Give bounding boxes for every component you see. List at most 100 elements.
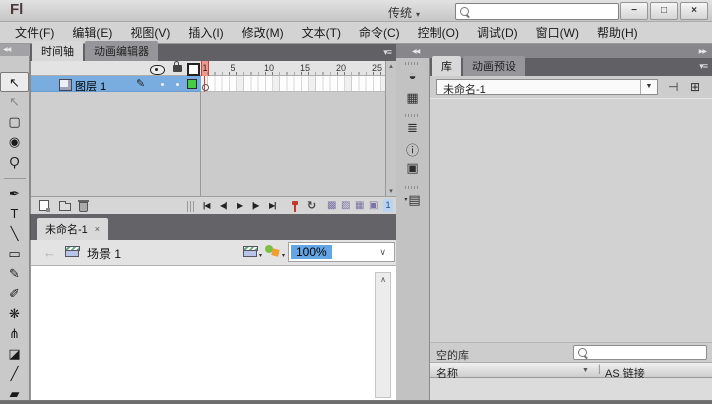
library-document-select[interactable]: 未命名-1 ▼ — [436, 79, 658, 95]
delete-layer-button[interactable] — [79, 202, 88, 212]
collapse-right-icon[interactable]: ▶▶ — [699, 48, 706, 55]
pen-tool[interactable]: ✒ — [0, 184, 29, 204]
scroll-down-icon[interactable]: ▾ — [386, 187, 396, 195]
menu-window[interactable]: 窗口(W) — [527, 21, 588, 44]
layer-visible-dot[interactable] — [161, 83, 164, 86]
stage-scrollbar[interactable]: ∧ — [375, 272, 391, 398]
modify-markers-button[interactable]: ▣ — [369, 200, 378, 211]
new-library-panel-icon[interactable]: ⊞ — [690, 80, 700, 94]
frame-ruler-ticks[interactable] — [201, 72, 385, 75]
tab-motion-editor[interactable]: 动画编辑器 — [85, 41, 158, 61]
eyedropper-tool[interactable]: ╱ — [0, 364, 29, 384]
selection-tool[interactable]: ↖ — [0, 72, 29, 92]
play-button[interactable]: ▶ — [237, 200, 242, 212]
color-panel-icon[interactable]: ◒ — [396, 68, 429, 83]
collapse-left-icon[interactable]: ◀◀ — [412, 48, 419, 55]
go-last-frame-button[interactable]: ▶| — [269, 200, 275, 212]
layer-unlocked-dot[interactable] — [176, 83, 179, 86]
lasso-tool[interactable]: Ϙ — [0, 152, 29, 172]
tab-motion-presets[interactable]: 动画预设 — [463, 56, 525, 76]
onion-skin-button[interactable]: ▩ — [327, 200, 336, 211]
pin-library-icon[interactable]: ⊣ — [668, 80, 678, 94]
lock-icon[interactable] — [173, 65, 182, 72]
panel-menu-icon[interactable]: ▾≡ — [699, 61, 707, 72]
zoom-level-combobox[interactable]: 100% ∨ — [288, 242, 395, 262]
minimize-button[interactable]: − — [620, 2, 648, 20]
show-hide-eye-icon[interactable] — [150, 65, 165, 75]
go-first-frame-button[interactable]: |◀ — [203, 200, 209, 212]
transform-panel-icon[interactable]: ▣ — [396, 160, 429, 176]
new-folder-button[interactable] — [59, 203, 71, 211]
zoom-level-value[interactable]: 100% — [291, 245, 332, 259]
library-item-list[interactable] — [430, 378, 712, 400]
chevron-down-icon[interactable]: ▼ — [640, 80, 657, 94]
layer-row[interactable]: 图层 1 ✎ — [31, 76, 201, 92]
menu-modify[interactable]: 修改(M) — [233, 21, 293, 44]
menu-commands[interactable]: 命令(C) — [350, 21, 409, 44]
current-frame-field[interactable]: 1 — [383, 199, 393, 212]
step-back-button[interactable]: ◀| — [220, 200, 226, 212]
app-search-input[interactable] — [473, 5, 607, 19]
edit-multiple-frames-button[interactable]: ▦ — [355, 200, 364, 211]
pencil-tool[interactable]: ✎ — [0, 264, 29, 284]
paint-bucket-tool[interactable]: ◪ — [0, 344, 29, 364]
onion-skin-outlines-button[interactable]: ▨ — [341, 200, 350, 211]
close-button[interactable]: × — [680, 2, 708, 20]
app-search[interactable] — [455, 3, 619, 20]
gripper-icon[interactable] — [405, 186, 420, 189]
subselection-tool[interactable]: ↖ — [0, 92, 29, 112]
layer-outline-color-swatch[interactable] — [187, 79, 197, 89]
3d-rotation-tool[interactable]: ◉ — [0, 132, 29, 152]
library-search[interactable] — [573, 345, 707, 360]
back-arrow-icon[interactable]: ← — [43, 245, 56, 260]
rectangle-tool[interactable]: ▭ — [0, 244, 29, 264]
align-panel-icon[interactable]: ≣ — [396, 120, 429, 136]
library-document-value: 未命名-1 — [443, 81, 486, 97]
outline-icon[interactable] — [187, 63, 200, 76]
menu-help[interactable]: 帮助(H) — [588, 21, 647, 44]
library-column-header: 名称 ▼ | AS 链接 — [430, 362, 712, 378]
brush-tool[interactable]: ✐ — [0, 284, 29, 304]
frames-row[interactable] — [201, 76, 385, 92]
panel-menu-icon[interactable]: ▾≡ — [383, 47, 391, 58]
tab-library[interactable]: 库 — [432, 56, 461, 76]
menu-text[interactable]: 文本(T) — [293, 21, 350, 44]
pane-grip-icon[interactable] — [187, 201, 194, 212]
line-tool[interactable]: ╲ — [0, 224, 29, 244]
new-layer-button[interactable] — [39, 200, 49, 211]
close-tab-icon[interactable]: × — [95, 224, 100, 234]
chevron-down-icon[interactable]: ∨ — [379, 247, 386, 258]
menu-insert[interactable]: 插入(I) — [179, 21, 232, 44]
stage-canvas[interactable]: ∧ — [30, 266, 396, 400]
sort-direction-icon[interactable]: ▼ — [582, 367, 589, 374]
scene-label[interactable]: 场景 1 — [87, 245, 121, 262]
step-forward-button[interactable]: |▶ — [252, 200, 258, 212]
chevron-down-icon[interactable]: ▾ — [259, 252, 262, 259]
bone-tool[interactable]: ⋔ — [0, 324, 29, 344]
menu-debug[interactable]: 调试(D) — [468, 21, 527, 44]
document-tab[interactable]: 未命名-1 × — [37, 218, 108, 240]
components-panel-icon[interactable]: ▾▤ — [396, 192, 429, 208]
chevron-down-icon[interactable]: ▾ — [282, 252, 285, 259]
tab-timeline[interactable]: 时间轴 — [32, 41, 83, 61]
edit-symbols-button[interactable] — [265, 245, 281, 258]
deco-tool[interactable]: ❋ — [0, 304, 29, 324]
eraser-tool[interactable]: ▰ — [0, 384, 29, 404]
swatches-panel-icon[interactable]: ▦ — [396, 90, 429, 106]
tools-collapse-button[interactable]: ◀◀ — [0, 44, 30, 56]
gripper-icon[interactable] — [405, 62, 420, 65]
info-panel-icon[interactable]: ⓘ — [396, 140, 429, 159]
free-transform-tool[interactable]: ▢ — [0, 112, 29, 132]
center-frame-button[interactable] — [294, 201, 296, 212]
text-tool[interactable]: T — [0, 204, 29, 224]
edit-scene-button[interactable] — [243, 247, 257, 257]
library-search-input[interactable] — [590, 346, 699, 359]
loop-playback-button[interactable]: ↻ — [307, 199, 316, 212]
restore-button[interactable]: □ — [650, 2, 678, 20]
menu-control[interactable]: 控制(O) — [409, 21, 468, 44]
gripper-icon[interactable] — [405, 114, 420, 117]
workspace-switcher[interactable]: 传统▾ — [388, 4, 420, 21]
timeline-scrollbar[interactable]: ▴ ▾ — [385, 61, 396, 196]
scroll-up-icon[interactable]: ∧ — [376, 275, 390, 284]
scroll-up-icon[interactable]: ▴ — [386, 62, 396, 70]
